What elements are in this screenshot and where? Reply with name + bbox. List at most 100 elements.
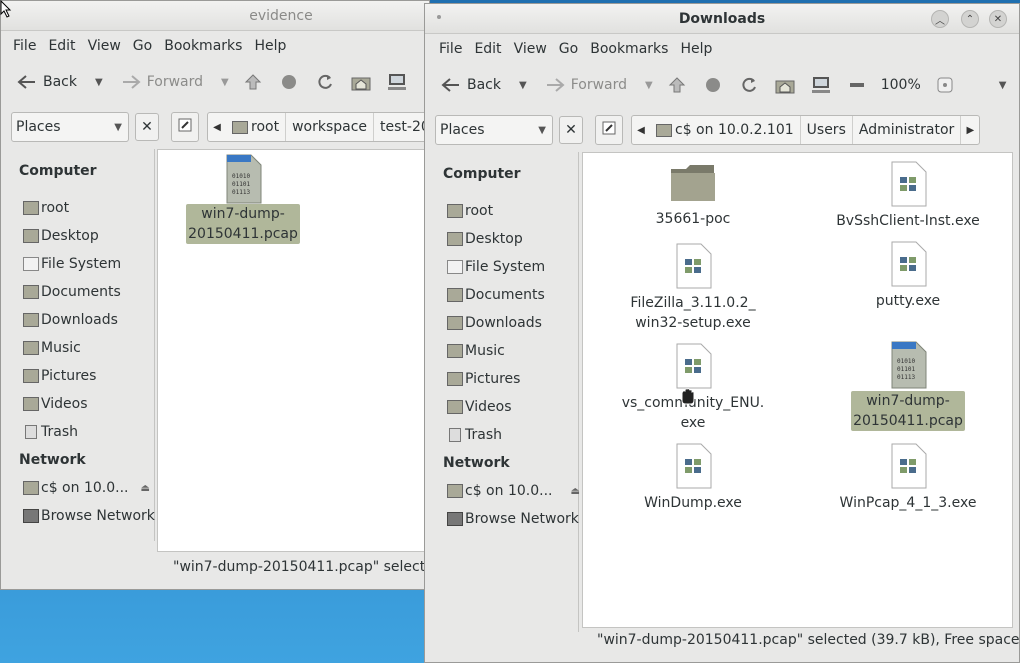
places-dropdown[interactable]: Places ▼ [11,112,129,142]
breadcrumb-workspace[interactable]: workspace [286,113,375,141]
sidebar-item-network-share[interactable]: c$ on 10.0... ⏏ [447,483,580,499]
up-button[interactable] [235,67,271,97]
file-item[interactable]: 01010 01101 01113 win7-dump- 20150411.pcap [803,341,1013,431]
chevron-down-icon: ▼ [538,124,546,136]
forward-button[interactable]: Forward ▼ [537,70,659,100]
places-dropdown[interactable]: Places ▼ [435,115,553,145]
chevron-down-icon[interactable]: ▼ [519,80,527,91]
chevron-down-icon[interactable]: ▼ [95,77,103,88]
chevron-down-icon[interactable]: ▼ [221,77,229,88]
breadcrumb-label: c$ on 10.0.2.101 [675,122,794,138]
menu-edit[interactable]: Edit [468,41,507,57]
sidebar-item-trash[interactable]: Trash [447,427,502,443]
sidebar-item-pictures[interactable]: Pictures [23,368,96,384]
file-name: BvSshClient-Inst.exe [836,213,980,229]
back-button[interactable]: Back ▼ [433,70,533,100]
home-button[interactable] [767,70,803,100]
zoom-reset-button[interactable] [927,70,963,100]
menu-view[interactable]: View [508,41,553,57]
file-item[interactable]: WinPcap_4_1_3.exe [803,443,1013,513]
folder-icon [447,372,463,386]
toggle-location-entry-button[interactable] [595,115,623,145]
chevron-down-icon[interactable]: ▼ [645,80,653,91]
computer-button[interactable] [803,70,839,100]
chevron-left-icon[interactable]: ◀ [632,125,650,136]
sidebar-item-downloads[interactable]: Downloads [23,312,118,328]
sidebar-item-downloads[interactable]: Downloads [447,315,542,331]
file-item[interactable]: 35661-poc [593,163,793,229]
menu-file[interactable]: File [433,41,468,57]
eject-icon[interactable]: ⏏ [570,486,579,497]
home-button[interactable] [343,67,379,97]
menu-help[interactable]: Help [248,38,292,54]
reload-button[interactable] [307,67,343,97]
breadcrumb-administrator[interactable]: Administrator [853,116,962,144]
breadcrumb-users[interactable]: Users [801,116,853,144]
view-options-button[interactable]: ▼ [993,70,1013,100]
home-folder-icon [447,204,463,218]
sidebar-item-videos[interactable]: Videos [23,396,88,412]
menu-bookmarks[interactable]: Bookmarks [158,38,248,54]
sidebar-item-file-system[interactable]: File System [447,259,545,275]
sidebar-item-network-share[interactable]: c$ on 10.0... ⏏ [23,480,150,496]
title-bar[interactable]: Downloads ︿ ⌃ ✕ [425,4,1019,34]
forward-button[interactable]: Forward ▼ [113,67,235,97]
sidebar-item-documents[interactable]: Documents [23,284,121,300]
chevron-left-icon[interactable]: ◀ [208,122,226,133]
breadcrumb-root[interactable]: root [226,113,287,141]
sidebar-item-music[interactable]: Music [447,343,505,359]
stop-button[interactable] [695,70,731,100]
sidebar-item-documents[interactable]: Documents [447,287,545,303]
menu-edit[interactable]: Edit [42,38,81,54]
stop-button[interactable] [271,67,307,97]
breadcrumb-test[interactable]: test-2018 [374,113,429,141]
back-arrow-icon [15,70,39,94]
sidebar-item-videos[interactable]: Videos [447,399,512,415]
menu-go[interactable]: Go [127,38,158,54]
zoom-level[interactable]: 100% [875,70,927,100]
computer-button[interactable] [379,67,415,97]
up-button[interactable] [659,70,695,100]
menu-help[interactable]: Help [674,41,718,57]
toggle-location-entry-button[interactable] [171,112,199,142]
sidebar-item-desktop[interactable]: Desktop [447,231,523,247]
menu-view[interactable]: View [82,38,127,54]
minimize-button[interactable]: ︿ [931,10,949,28]
sidebar-item-browse-network[interactable]: Browse Network [447,511,579,527]
file-item[interactable]: WinDump.exe [593,443,793,513]
maximize-button[interactable]: ⌃ [961,10,979,28]
file-view[interactable]: 01010 01101 01113 win7-dump- 20150411.pcap [157,149,429,552]
menu-go[interactable]: Go [553,41,584,57]
menu-bookmarks[interactable]: Bookmarks [584,41,674,57]
back-button[interactable]: Back ▼ [9,67,109,97]
close-button[interactable]: ✕ [989,10,1007,28]
file-view[interactable]: 35661-poc BvSshClient-Inst.exe FileZilla… [582,152,1013,628]
file-item[interactable]: FileZilla_3.11.0.2_ win32-setup.exe [593,243,793,333]
mouse-pointer-icon [0,0,12,18]
chevron-right-icon[interactable]: ▶ [961,125,979,136]
close-sidebar-button[interactable]: ✕ [135,113,159,141]
network-icon [447,512,463,526]
reload-button[interactable] [731,70,767,100]
breadcrumb-network-share[interactable]: c$ on 10.0.2.101 [650,116,801,144]
file-item[interactable]: putty.exe [803,241,1013,311]
sidebar-item-music[interactable]: Music [23,340,81,356]
sidebar-item-desktop[interactable]: Desktop [23,228,99,244]
sidebar-item-label: Downloads [41,312,118,328]
eject-icon[interactable]: ⏏ [140,483,149,494]
zoom-out-button[interactable] [839,70,875,100]
back-label: Back [43,74,77,90]
toolbar: Back ▼ Forward ▼ [9,65,415,99]
sidebar-item-root[interactable]: root [23,200,69,216]
sidebar-item-trash[interactable]: Trash [23,424,78,440]
file-item[interactable]: BvSshClient-Inst.exe [803,161,1013,231]
file-item[interactable]: 01010 01101 01113 win7-dump- 20150411.pcap [186,154,300,244]
menu-file[interactable]: File [7,38,42,54]
sidebar-item-browse-network[interactable]: Browse Network [23,508,155,524]
sidebar-item-root[interactable]: root [447,203,493,219]
close-sidebar-button[interactable]: ✕ [559,116,583,144]
home-folder-icon [23,201,39,215]
sidebar-item-file-system[interactable]: File System [23,256,121,272]
title-bar[interactable]: evidence [1,1,429,31]
sidebar-item-pictures[interactable]: Pictures [447,371,520,387]
